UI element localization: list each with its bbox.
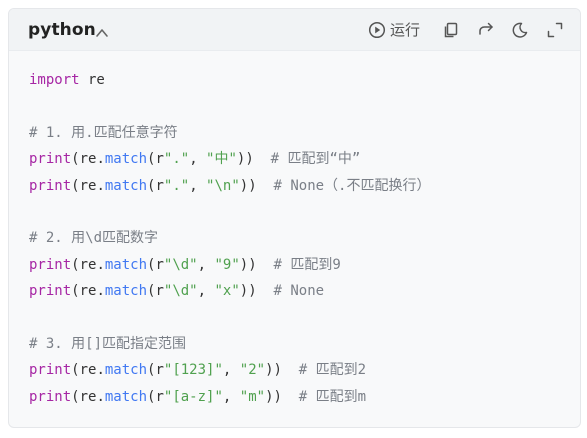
- code-text: )): [239, 283, 274, 300]
- code-text: (r: [147, 177, 164, 194]
- method: match: [104, 151, 148, 168]
- wrap-redo-icon: [479, 22, 493, 35]
- run-button[interactable]: 运行: [368, 21, 424, 39]
- code-text: ,: [197, 283, 215, 300]
- code-block: python 运行 import re # 1. 用.匹配任意字符 print(…: [8, 8, 581, 428]
- code-text: ,: [222, 362, 240, 379]
- code-text: )): [265, 362, 299, 379]
- code-comment: # 匹配到“中”: [270, 151, 361, 168]
- builtin: print: [29, 362, 72, 379]
- code-comment: # 匹配到2: [298, 362, 367, 379]
- run-label: 运行: [390, 21, 421, 39]
- code-line: print(re.match(r"\d", "9")) # 匹配到9: [29, 252, 570, 278]
- string-literal: "m": [239, 388, 266, 405]
- method: match: [104, 388, 148, 405]
- code-line: print(re.match(r".", "中")) # 匹配到“中”: [29, 146, 570, 172]
- string-literal: "中": [206, 151, 237, 168]
- code-text: re: [79, 72, 105, 88]
- code-text: ,: [189, 177, 207, 194]
- method: match: [104, 256, 148, 273]
- chevron-up-icon[interactable]: [95, 24, 109, 37]
- code-text: (re.: [71, 256, 105, 273]
- code-comment: # 3. 用[]匹配指定范围: [29, 335, 187, 352]
- code-text: ,: [197, 256, 215, 273]
- code-text: )): [265, 388, 299, 405]
- builtin: print: [29, 256, 72, 273]
- string-literal: "\d": [163, 283, 198, 300]
- code-comment: # 2. 用\d匹配数字: [29, 230, 159, 247]
- string-literal: "\d": [163, 256, 198, 273]
- code-text: )): [239, 177, 274, 194]
- code-text: (re.: [71, 362, 105, 379]
- keyword: import: [29, 72, 80, 88]
- moon-icon: [512, 22, 528, 38]
- code-line: print(re.match(r"\d", "x")) # None: [29, 278, 570, 304]
- code-comment: # 匹配到m: [298, 388, 367, 405]
- code-line: print(re.match(r"[a-z]", "m")) # 匹配到m: [29, 384, 570, 410]
- fullscreen-icon: [547, 22, 563, 38]
- code-text: )): [239, 256, 274, 273]
- builtin: print: [29, 388, 72, 405]
- code-text: (re.: [71, 283, 105, 300]
- code-text: ,: [222, 388, 240, 405]
- code-line: # 2. 用\d匹配数字: [29, 225, 570, 251]
- theme-button[interactable]: [511, 21, 529, 39]
- string-literal: ".": [163, 151, 190, 168]
- string-literal: "[a-z]": [163, 388, 223, 405]
- string-literal: "[123]": [163, 362, 223, 379]
- code-text: (re.: [71, 388, 105, 405]
- method: match: [104, 177, 148, 194]
- builtin: print: [29, 283, 72, 300]
- code-text: (r: [147, 283, 164, 300]
- code-text: (re.: [71, 151, 105, 168]
- copy-button[interactable]: [442, 21, 460, 39]
- code-header: python 运行: [9, 9, 580, 51]
- string-literal: "2": [239, 362, 266, 379]
- code-text: (r: [147, 256, 164, 273]
- code-line: import re: [29, 67, 570, 93]
- code-comment: # 1. 用.匹配任意字符: [29, 124, 178, 141]
- code-comment: # 匹配到9: [273, 256, 341, 273]
- string-literal: "x": [214, 283, 240, 300]
- code-body[interactable]: import re # 1. 用.匹配任意字符 print(re.match(r…: [29, 67, 570, 410]
- fullscreen-button[interactable]: [546, 21, 564, 39]
- string-literal: ".": [163, 177, 190, 194]
- builtin: print: [29, 177, 72, 194]
- string-literal: "9": [214, 256, 240, 273]
- code-comment: # None: [273, 283, 325, 300]
- code-text: ,: [189, 151, 207, 168]
- builtin: print: [29, 151, 72, 168]
- code-text: (r: [147, 362, 164, 379]
- method: match: [104, 362, 148, 379]
- code-comment: # None（.不匹配换行）: [273, 177, 431, 194]
- code-line: # 1. 用.匹配任意字符: [29, 120, 570, 146]
- code-text: (r: [147, 388, 164, 405]
- code-line: # 3. 用[]匹配指定范围: [29, 331, 570, 357]
- wrap-button[interactable]: [477, 21, 495, 39]
- code-text: )): [236, 151, 271, 168]
- code-line: print(re.match(r".", "\n")) # None（.不匹配换…: [29, 173, 570, 199]
- string-literal: "\n": [206, 177, 240, 194]
- method: match: [104, 283, 148, 300]
- copy-icon: [444, 22, 458, 38]
- code-text: (r: [147, 151, 164, 168]
- play-circle-icon: [368, 21, 386, 39]
- code-line: print(re.match(r"[123]", "2")) # 匹配到2: [29, 357, 570, 383]
- language-label: python: [28, 20, 96, 40]
- code-text: (re.: [71, 177, 105, 194]
